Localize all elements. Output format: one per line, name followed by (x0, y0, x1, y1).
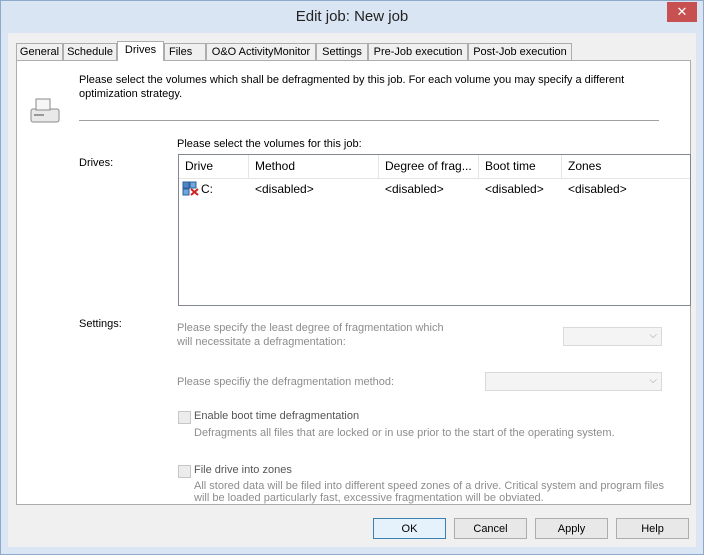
chevron-down-icon: ⌵ (649, 330, 657, 341)
tab-general[interactable]: General (16, 43, 63, 60)
tab-oo-activitymonitor[interactable]: O&O ActivityMonitor (206, 43, 316, 60)
degree-prompt-line2: will necessitate a defragmentation: (177, 336, 346, 348)
drives-intro-text: Please select the volumes which shall be… (79, 74, 625, 100)
column-header-degree[interactable]: Degree of frag... (379, 155, 479, 178)
tab-settings[interactable]: Settings (316, 43, 368, 60)
edit-job-window: Edit job: New job ✕ General Schedule Dri… (0, 0, 704, 555)
help-button[interactable]: Help (616, 518, 689, 539)
degree-threshold-select[interactable]: ⌵ (563, 327, 662, 346)
method-prompt: Please specifiy the defragmentation meth… (177, 376, 395, 388)
boot-time-checkbox-label[interactable]: Enable boot time defragmentation (194, 410, 359, 422)
method-cell: <disabled> (255, 182, 314, 196)
settings-label: Settings: (79, 318, 122, 330)
column-header-zones[interactable]: Zones (562, 155, 690, 178)
tab-pre-job-execution[interactable]: Pre-Job execution (368, 43, 468, 60)
tab-drives[interactable]: Drives (117, 41, 164, 61)
boot-time-description: Defragments all files that are locked or… (194, 427, 615, 439)
tab-schedule[interactable]: Schedule (63, 43, 117, 60)
defrag-drive-icon (30, 98, 60, 123)
ok-button[interactable]: OK (373, 518, 446, 539)
boot-time-cell: <disabled> (485, 182, 544, 196)
close-icon[interactable]: ✕ (667, 2, 697, 22)
tab-files[interactable]: Files (164, 43, 206, 60)
zones-checkbox[interactable] (178, 465, 191, 478)
zones-description-line1: All stored data will be filed into diffe… (194, 480, 664, 492)
window-title: Edit job: New job (295, 8, 409, 25)
volume-list-caption: Please select the volumes for this job: (177, 138, 362, 150)
table-row[interactable]: C: <disabled> <disabled> <disabled> <dis… (179, 179, 690, 199)
zones-cell: <disabled> (568, 182, 627, 196)
drives-label: Drives: (79, 157, 114, 169)
zones-description-line2: will be loaded particularly fast, excess… (194, 492, 544, 504)
boot-time-checkbox[interactable] (178, 411, 191, 424)
dialog-client: General Schedule Drives Files O&O Activi… (8, 33, 696, 547)
volume-list[interactable]: Drive Method Degree of frag... Boot time… (178, 154, 691, 306)
drive-icon (182, 181, 199, 196)
column-header-method[interactable]: Method (249, 155, 379, 178)
degree-prompt-line1: Please specify the least degree of fragm… (177, 322, 444, 334)
drives-tab-panel: Please select the volumes which shall be… (16, 60, 691, 505)
degree-cell: <disabled> (385, 182, 444, 196)
cancel-button[interactable]: Cancel (454, 518, 527, 539)
separator-line (79, 120, 659, 121)
column-header-boot-time[interactable]: Boot time (479, 155, 562, 178)
title-bar[interactable]: Edit job: New job ✕ (1, 1, 703, 33)
defrag-method-select[interactable]: ⌵ (485, 372, 662, 391)
tab-post-job-execution[interactable]: Post-Job execution (468, 43, 572, 60)
chevron-down-icon: ⌵ (649, 375, 657, 386)
column-header-drive[interactable]: Drive (179, 155, 249, 178)
zones-checkbox-label[interactable]: File drive into zones (194, 464, 292, 476)
apply-button[interactable]: Apply (535, 518, 608, 539)
drive-cell: C: (201, 182, 213, 196)
